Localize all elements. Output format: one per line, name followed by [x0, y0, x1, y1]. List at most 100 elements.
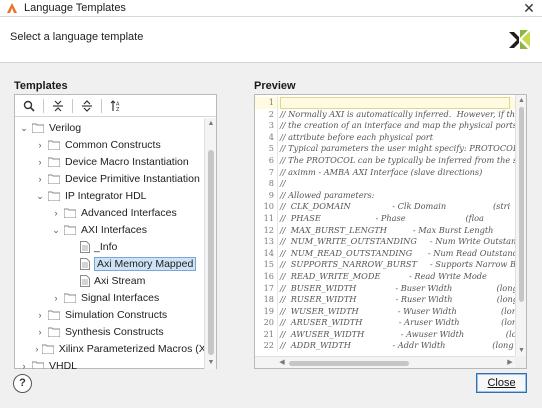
- code-text: //: [280, 178, 286, 189]
- code-line: 16 // READ_WRITE_MODE - Read Write Mode (…: [255, 270, 517, 283]
- chevron-right-icon[interactable]: ›: [35, 310, 45, 320]
- tree-item-axi-memory-mapped[interactable]: Axi Memory Mapped: [77, 256, 205, 272]
- scrollbar-corner: [515, 356, 526, 368]
- tree-item-label: AXI Interfaces: [81, 224, 147, 236]
- line-number: 21: [263, 328, 274, 339]
- scroll-right-icon[interactable]: ▶: [505, 358, 515, 368]
- tree-item-label-selected: Axi Memory Mapped: [94, 257, 197, 271]
- templates-panel: AZ ⌄ Verilog › Common Constructs › Devic…: [14, 94, 217, 369]
- chevron-right-icon[interactable]: ›: [19, 361, 29, 369]
- tree-item-label: Axi Stream: [94, 275, 146, 287]
- scroll-down-icon[interactable]: ▼: [516, 346, 526, 356]
- folder-icon: [47, 327, 61, 338]
- code-line: 12 // MAX_BURST_LENGTH - Max Burst Length…: [255, 224, 517, 237]
- code-line: 3 // the creation of an interface and map…: [255, 120, 517, 132]
- tree-item-label: _Info: [94, 241, 118, 253]
- templates-label: Templates: [14, 80, 68, 92]
- line-number: 17: [263, 282, 274, 293]
- toolbar-divider: [43, 98, 44, 113]
- scroll-up-icon[interactable]: ▲: [205, 119, 217, 129]
- preview-code[interactable]: 1 2 // Normally AXI is automatically infe…: [255, 97, 517, 355]
- line-number: 3: [268, 120, 274, 131]
- tree-item-device-primitive-instantiation[interactable]: › Device Primitive Instantiation: [35, 171, 205, 187]
- folder-icon: [47, 174, 61, 185]
- toolbar-divider: [72, 98, 73, 113]
- preview-vertical-scrollbar[interactable]: ▲ ▼: [515, 95, 526, 357]
- tree-item-info[interactable]: _Info: [77, 239, 205, 255]
- tree-item-device-macro-instantiation[interactable]: › Device Macro Instantiation: [35, 154, 205, 170]
- line-number: 1: [268, 97, 274, 107]
- code-text: // aximm - AMBA AXI Interface (slave dir…: [280, 166, 483, 177]
- code-line: 20 // ARUSER_WIDTH - Aruser Width (long: [255, 317, 517, 329]
- line-number: 5: [268, 143, 274, 154]
- scroll-down-icon[interactable]: ▼: [205, 358, 217, 368]
- tree-item-axi-stream[interactable]: Axi Stream: [77, 273, 205, 289]
- tree-item-signal-interfaces[interactable]: › Signal Interfaces: [51, 290, 205, 306]
- collapse-all-icon[interactable]: [49, 97, 67, 115]
- templates-tree: ⌄ Verilog › Common Constructs › Device M…: [15, 118, 205, 369]
- chevron-down-icon[interactable]: ⌄: [35, 191, 45, 201]
- expand-all-icon[interactable]: [78, 97, 96, 115]
- scroll-up-icon[interactable]: ▲: [516, 96, 526, 106]
- code-text: // BUSER_WIDTH - Buser Width (long: [280, 282, 517, 293]
- tree-item-label: Xilinx Parameterized Macros (XPM): [58, 343, 205, 355]
- search-icon[interactable]: [20, 97, 38, 115]
- templates-scrollbar[interactable]: ▲ ▼: [204, 118, 216, 369]
- code-text: // The PROTOCOL can be typically be infe…: [280, 154, 517, 165]
- code-line: 7 // aximm - AMBA AXI Interface (slave di…: [255, 166, 517, 179]
- code-text: // the creation of an interface and map …: [280, 120, 517, 131]
- code-text: // SUPPORTS_NARROW_BURST - Supports Narr…: [280, 259, 517, 270]
- line-number: 14: [263, 247, 274, 258]
- folder-icon: [31, 361, 45, 369]
- tree-item-xpm[interactable]: › Xilinx Parameterized Macros (XPM): [35, 341, 205, 357]
- chevron-right-icon[interactable]: ›: [51, 293, 61, 303]
- window-close-icon[interactable]: ✕: [522, 1, 536, 15]
- chevron-right-icon[interactable]: ›: [35, 140, 45, 150]
- code-line: 13 // NUM_WRITE_OUTSTANDING - Num Write O…: [255, 236, 517, 248]
- scrollbar-thumb[interactable]: [289, 361, 409, 366]
- chevron-right-icon[interactable]: ›: [35, 344, 39, 354]
- tree-item-advanced-interfaces[interactable]: › Advanced Interfaces: [51, 205, 205, 221]
- scrollbar-thumb[interactable]: [519, 107, 524, 302]
- help-button[interactable]: ?: [13, 374, 32, 393]
- tree-item-verilog[interactable]: ⌄ Verilog: [19, 120, 205, 136]
- dialog-header: Select a language template: [0, 17, 542, 63]
- tree-item-synthesis-constructs[interactable]: › Synthesis Constructs: [35, 324, 205, 340]
- tree-item-label: Simulation Constructs: [65, 309, 168, 321]
- tree-item-label: Advanced Interfaces: [81, 207, 177, 219]
- tree-item-axi-interfaces[interactable]: ⌄ AXI Interfaces: [51, 222, 205, 238]
- scrollbar-thumb[interactable]: [208, 150, 214, 355]
- chevron-right-icon[interactable]: ›: [35, 174, 45, 184]
- tree-item-label: IP Integrator HDL: [65, 190, 147, 202]
- code-text: // READ_WRITE_MODE - Read Write Mode (st…: [280, 270, 517, 281]
- tree-item-ip-integrator-hdl[interactable]: ⌄ IP Integrator HDL: [35, 188, 205, 204]
- chevron-right-icon[interactable]: ›: [35, 327, 45, 337]
- line-number: 4: [268, 131, 274, 142]
- code-line: 1: [255, 97, 517, 109]
- code-line: 18 // RUSER_WIDTH - Ruser Width (long: [255, 294, 517, 306]
- chevron-right-icon[interactable]: ›: [51, 208, 61, 218]
- tree-item-vhdl[interactable]: › VHDL: [19, 358, 205, 369]
- scroll-left-icon[interactable]: ◀: [277, 358, 287, 368]
- line-number: 12: [263, 224, 274, 235]
- chevron-down-icon[interactable]: ⌄: [51, 225, 61, 235]
- line-number: 15: [263, 259, 274, 270]
- chevron-right-icon[interactable]: ›: [35, 157, 45, 167]
- sort-icon[interactable]: AZ: [107, 97, 125, 115]
- tree-item-simulation-constructs[interactable]: › Simulation Constructs: [35, 307, 205, 323]
- code-text: // AWUSER_WIDTH - Awuser Width (long: [280, 328, 517, 339]
- chevron-down-icon[interactable]: ⌄: [19, 123, 29, 133]
- tree-item-common-constructs[interactable]: › Common Constructs: [35, 137, 205, 153]
- close-button[interactable]: Close: [476, 373, 527, 393]
- folder-icon: [47, 310, 61, 321]
- code-line: 17 // BUSER_WIDTH - Buser Width (long: [255, 282, 517, 295]
- code-text: // NUM_READ_OUTSTANDING - Num Read Outst…: [280, 247, 517, 258]
- tree-item-label: Signal Interfaces: [81, 292, 160, 304]
- window-title: Language Templates: [24, 2, 126, 14]
- code-line: 21 // AWUSER_WIDTH - Awuser Width (long: [255, 328, 517, 341]
- preview-horizontal-scrollbar[interactable]: ◀ ▶: [255, 356, 517, 368]
- folder-icon: [47, 140, 61, 151]
- code-text: // Allowed parameters:: [280, 189, 375, 200]
- code-text: // MAX_BURST_LENGTH - Max Burst Length (…: [280, 224, 494, 235]
- line-number: 20: [263, 317, 274, 328]
